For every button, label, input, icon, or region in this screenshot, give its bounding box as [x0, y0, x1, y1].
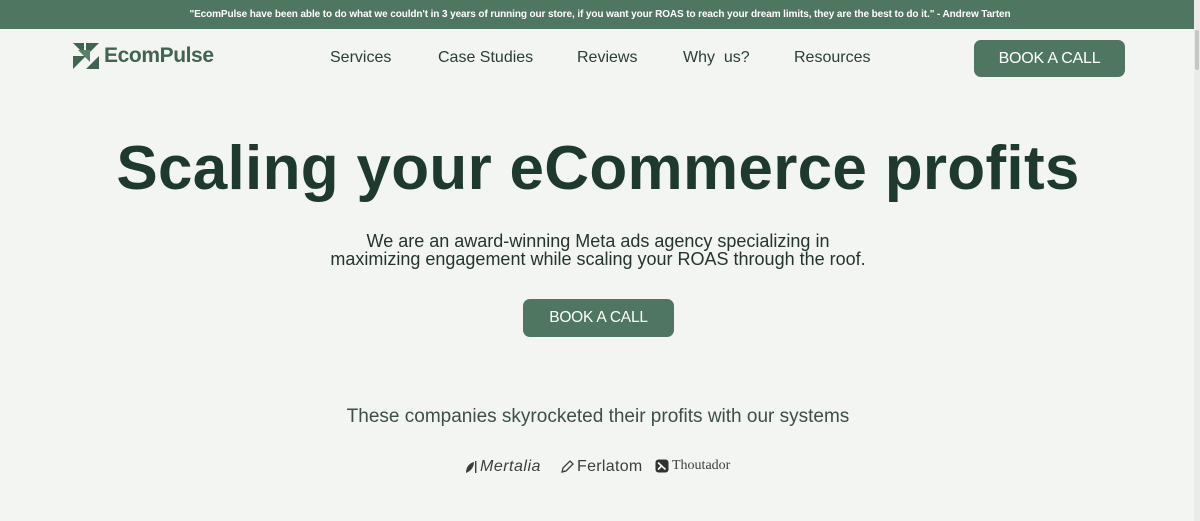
brand-logo-thoutador: Thoutador [655, 458, 730, 474]
nav-why-us[interactable]: Why us? [683, 49, 750, 67]
brand-logo-ferlatom: Ferlatom [560, 458, 643, 476]
header-book-call-button[interactable]: BOOK A CALL [974, 40, 1125, 77]
brand-name: Mertalia [480, 458, 541, 475]
announcement-bar: "EcomPulse have been able to do what we … [0, 0, 1200, 29]
nav-reviews[interactable]: Reviews [577, 49, 637, 67]
brand-name: Thoutador [672, 458, 731, 473]
nav-case-studies[interactable]: Case Studies [438, 49, 533, 67]
hero-headline: Scaling your eCommerce profits [116, 134, 1080, 203]
nav-resources[interactable]: Resources [794, 49, 870, 67]
brand-logo-mertalia: Mertalia [465, 458, 541, 476]
hero-book-call-button[interactable]: BOOK A CALL [523, 299, 674, 337]
scrollbar-thumb[interactable] [1195, 30, 1199, 70]
logo[interactable]: EcomPulse [72, 42, 214, 70]
leaf-icon [466, 461, 477, 473]
hero-subtitle-line-1: We are an award-winning Meta ads agency … [366, 231, 830, 251]
logo-text: EcomPulse [104, 44, 214, 67]
pen-icon [561, 460, 574, 473]
hero-subtitle-line-2: maximizing engagement while scaling your… [330, 249, 866, 269]
nav-services[interactable]: Services [330, 49, 391, 67]
ecompulse-logo-icon [73, 43, 99, 69]
announcement-text: "EcomPulse have been able to do what we … [189, 9, 1011, 20]
brand-name: Ferlatom [577, 458, 643, 475]
badge-icon [655, 459, 669, 473]
companies-title: These companies skyrocketed their profit… [346, 406, 850, 427]
